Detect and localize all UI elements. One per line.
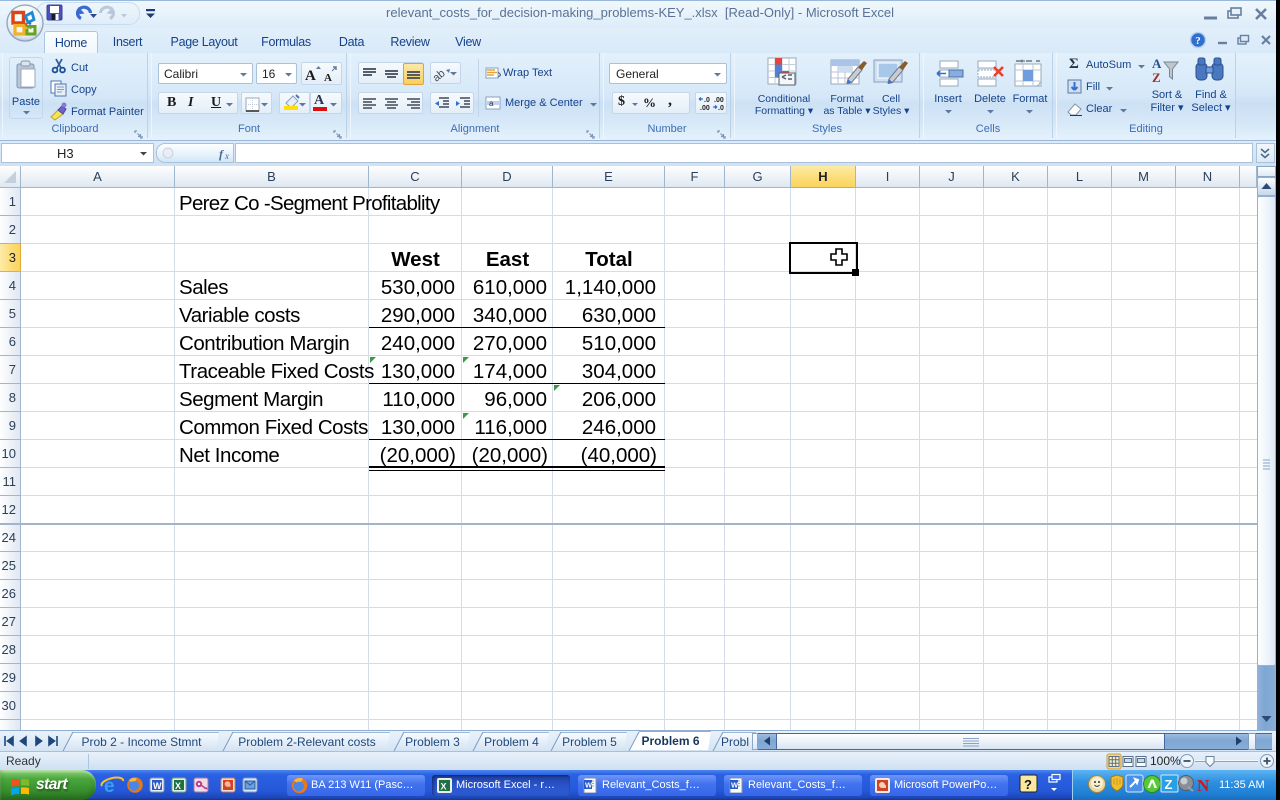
svg-text:W: W bbox=[153, 781, 162, 791]
svg-text:?: ? bbox=[1195, 35, 1201, 47]
svg-text:a: a bbox=[489, 99, 494, 108]
svg-text:.00: .00 bbox=[714, 97, 724, 104]
svg-text:X: X bbox=[175, 781, 181, 791]
svg-text:A: A bbox=[324, 72, 332, 84]
svg-text:W: W bbox=[585, 781, 593, 790]
svg-text:A: A bbox=[1152, 56, 1162, 71]
svg-text:W: W bbox=[731, 781, 739, 790]
svg-text:?: ? bbox=[1024, 777, 1032, 792]
svg-text:.0: .0 bbox=[718, 105, 724, 112]
svg-text:.0: .0 bbox=[704, 97, 710, 104]
svg-text:A: A bbox=[305, 68, 316, 84]
svg-text:X: X bbox=[441, 782, 447, 792]
svg-text:.00: .00 bbox=[700, 105, 710, 112]
svg-text:f: f bbox=[219, 147, 224, 161]
svg-text:N: N bbox=[1197, 776, 1210, 795]
svg-text:ab: ab bbox=[433, 67, 448, 82]
svg-text:Z: Z bbox=[1165, 777, 1173, 792]
svg-text:Z: Z bbox=[1152, 70, 1161, 85]
svg-text:x: x bbox=[224, 151, 229, 161]
